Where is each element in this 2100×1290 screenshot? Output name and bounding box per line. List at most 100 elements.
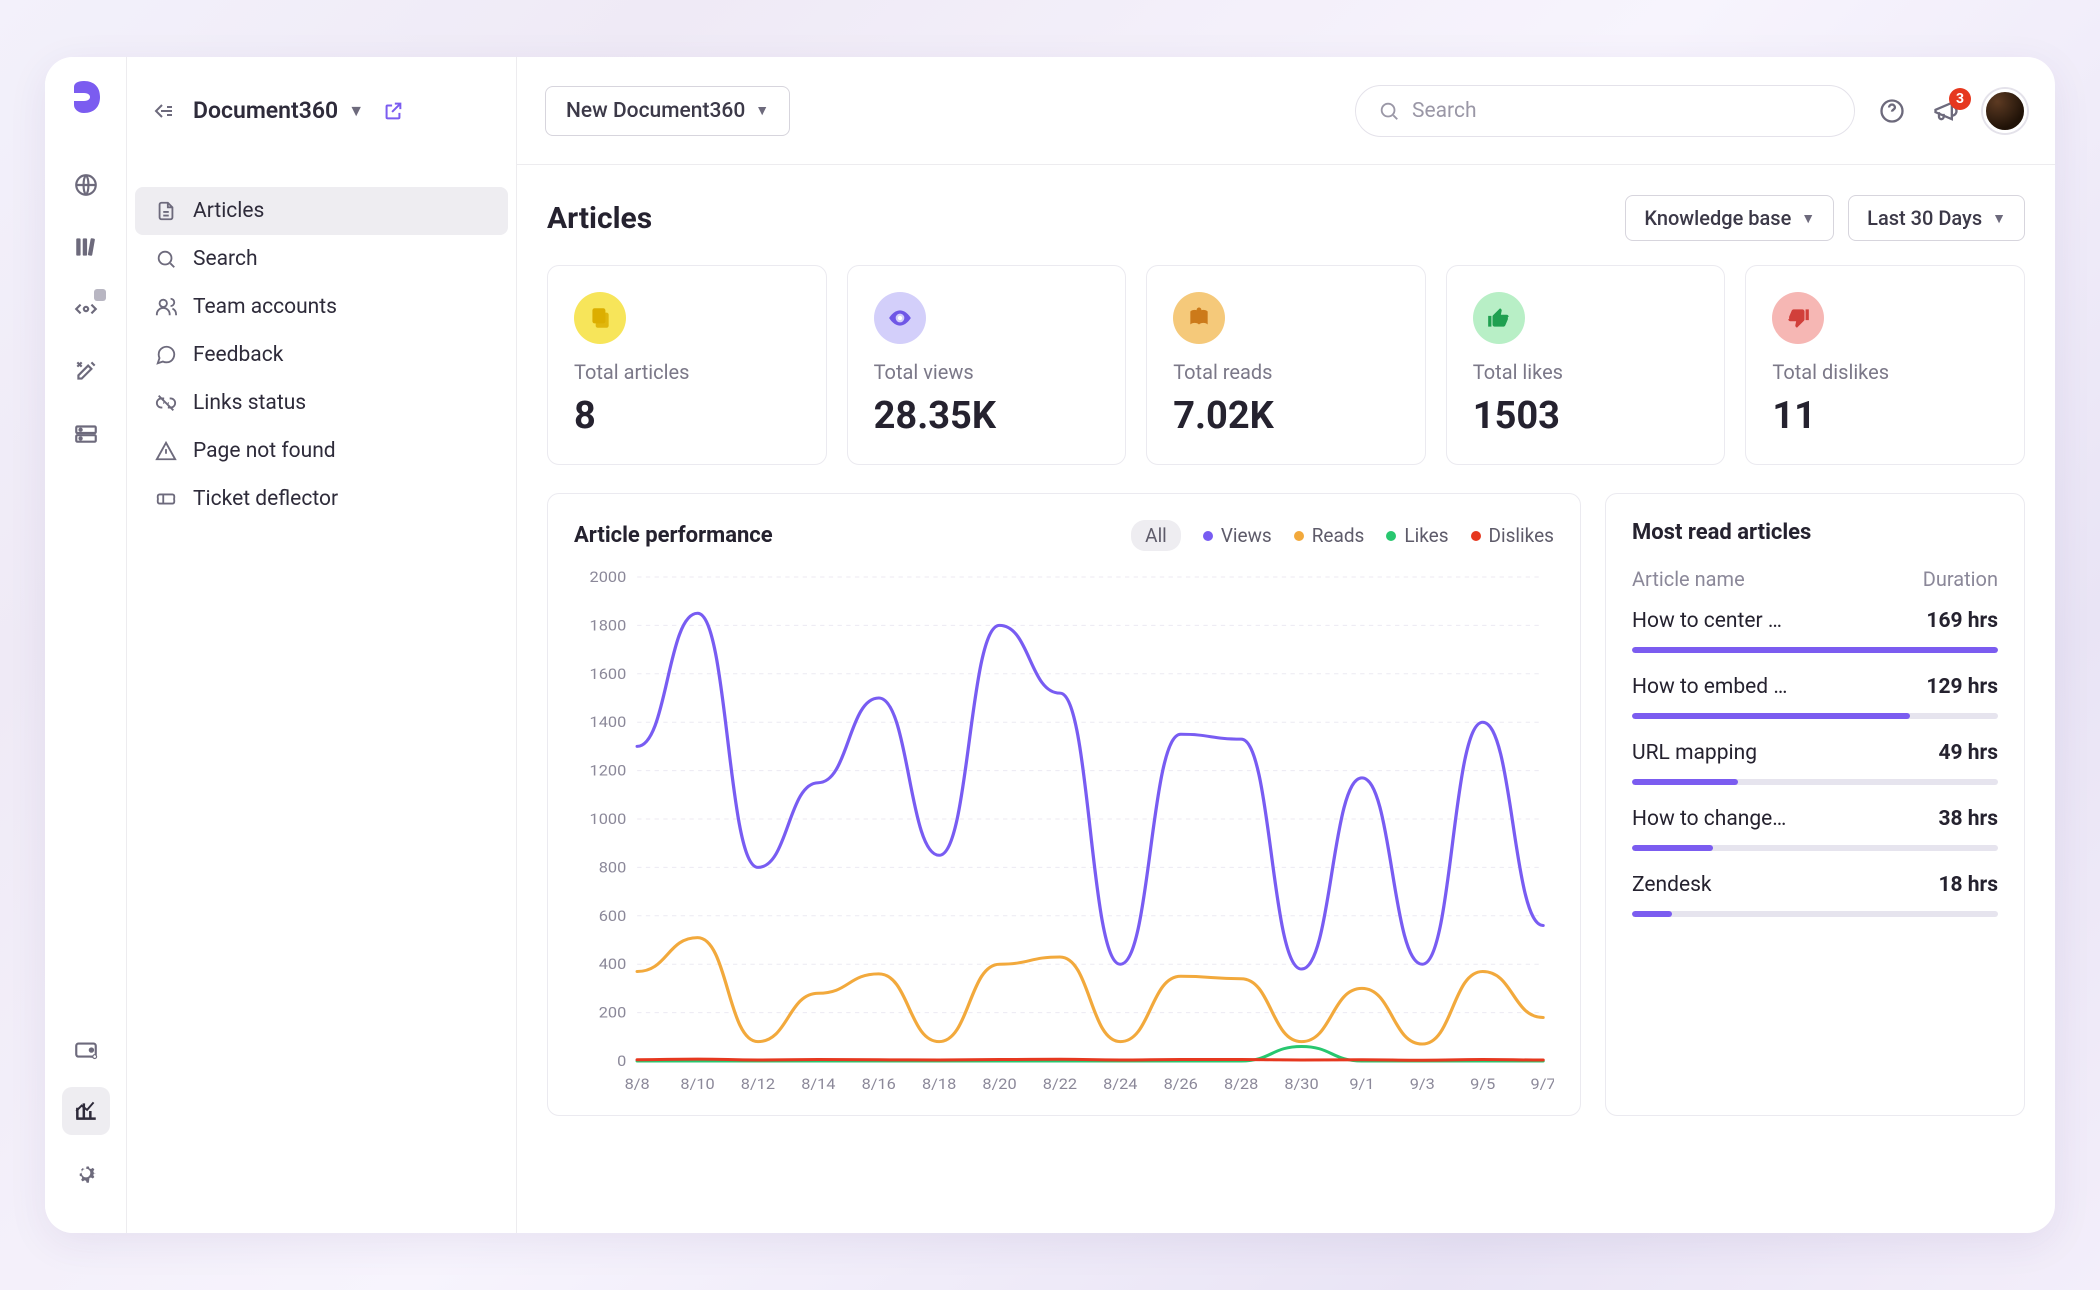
search-icon	[155, 248, 177, 270]
svg-text:1600: 1600	[590, 664, 627, 682]
caret-down-icon: ▼	[755, 102, 769, 119]
icon-rail	[45, 57, 127, 1233]
progress-bar-fill	[1632, 911, 1672, 917]
ticket-icon	[155, 488, 177, 510]
svg-text:8/8: 8/8	[625, 1075, 650, 1093]
stat-card-total-likes: Total likes1503	[1446, 265, 1726, 465]
stat-label: Total views	[874, 360, 1100, 384]
svg-text:8/14: 8/14	[801, 1075, 835, 1093]
page-title: Articles	[547, 201, 652, 236]
rail-icon-wallet[interactable]	[62, 1025, 110, 1073]
svg-text:8/22: 8/22	[1043, 1075, 1077, 1093]
announcements-icon[interactable]: 3	[1929, 94, 1963, 128]
svg-text:1000: 1000	[590, 810, 627, 828]
svg-text:8/24: 8/24	[1103, 1075, 1137, 1093]
dot-icon	[1386, 531, 1396, 541]
search-box[interactable]	[1355, 85, 1855, 137]
file-icon	[155, 200, 177, 222]
article-name: How to embed …	[1632, 675, 1787, 699]
most-read-row[interactable]: How to embed …129 hrs	[1632, 675, 1998, 719]
stat-card-total-articles: Total articles8	[547, 265, 827, 465]
svg-text:2000: 2000	[590, 568, 627, 586]
sidebar-item-articles[interactable]: Articles	[135, 187, 508, 235]
most-read-row[interactable]: URL mapping49 hrs	[1632, 741, 1998, 785]
stat-card-total-reads: Total reads 7.02K	[1146, 265, 1426, 465]
users-icon	[155, 296, 177, 318]
progress-bar-bg	[1632, 713, 1998, 719]
page-content: Articles Knowledge base ▼ Last 30 Days ▼…	[517, 165, 2055, 1233]
file-stack-icon	[574, 292, 626, 344]
progress-bar-fill	[1632, 779, 1738, 785]
notification-badge: 3	[1949, 88, 1971, 110]
sidebar-item-search[interactable]: Search	[135, 235, 508, 283]
svg-text:9/7: 9/7	[1531, 1075, 1554, 1093]
most-read-row[interactable]: How to center …169 hrs	[1632, 609, 1998, 653]
filter-scope-button[interactable]: Knowledge base ▼	[1625, 195, 1834, 241]
svg-text:8/20: 8/20	[982, 1075, 1016, 1093]
legend-item-likes[interactable]: Likes	[1386, 524, 1448, 547]
new-document-label: New Document360	[566, 99, 745, 123]
legend-item-dislikes[interactable]: Dislikes	[1471, 524, 1554, 547]
svg-text:0: 0	[617, 1052, 626, 1070]
stats-row: Total articles8 Total views 28.35K Total re…	[547, 265, 2025, 465]
rail-icon-tools[interactable]	[62, 347, 110, 395]
sidebar-item-page-not-found[interactable]: Page not found	[135, 427, 508, 475]
dot-icon	[1294, 531, 1304, 541]
rail-icon-api[interactable]	[62, 285, 110, 333]
collapse-sidebar-icon[interactable]	[151, 99, 175, 123]
help-icon[interactable]	[1875, 94, 1909, 128]
stat-value: 28.35K	[874, 394, 1100, 438]
most-read-row[interactable]: How to change…38 hrs	[1632, 807, 1998, 851]
sidebar-item-links-status[interactable]: Links status	[135, 379, 508, 427]
search-icon	[1378, 100, 1400, 122]
workspace-selector[interactable]: Document360 ▼	[193, 97, 364, 124]
legend-item-all[interactable]: All	[1131, 520, 1181, 551]
stat-label: Total reads	[1173, 360, 1399, 384]
most-read-row[interactable]: Zendesk18 hrs	[1632, 873, 1998, 917]
sidebar-item-label: Articles	[193, 199, 264, 223]
rail-icon-settings[interactable]	[62, 1149, 110, 1197]
rail-icon-analytics[interactable]	[62, 1087, 110, 1135]
most-read-columns: Article name Duration	[1632, 567, 1998, 591]
rail-icon-drive[interactable]	[62, 409, 110, 457]
chart-title: Article performance	[574, 523, 773, 548]
secondary-nav: Document360 ▼ Articles Search Team account…	[127, 57, 517, 1233]
article-duration: 18 hrs	[1938, 873, 1998, 897]
svg-text:600: 600	[599, 906, 627, 924]
legend-item-views[interactable]: Views	[1203, 524, 1272, 547]
col-name: Article name	[1632, 567, 1745, 591]
sidebar-item-ticket-deflector[interactable]: Ticket deflector	[135, 475, 508, 523]
most-read-list: How to center …169 hrs How to embed …129 …	[1632, 609, 1998, 917]
stat-value: 7.02K	[1173, 394, 1399, 438]
rail-icon-library[interactable]	[62, 223, 110, 271]
svg-text:1400: 1400	[590, 713, 627, 731]
avatar[interactable]	[1983, 89, 2027, 133]
sidebar-item-team-accounts[interactable]: Team accounts	[135, 283, 508, 331]
svg-text:200: 200	[599, 1003, 627, 1021]
link-off-icon	[155, 392, 177, 414]
svg-text:9/1: 9/1	[1349, 1075, 1374, 1093]
thumb-up-icon	[1473, 292, 1525, 344]
svg-text:8/18: 8/18	[922, 1075, 956, 1093]
svg-text:1800: 1800	[590, 616, 627, 634]
dot-icon	[1203, 531, 1213, 541]
new-document-button[interactable]: New Document360 ▼	[545, 86, 790, 136]
sidebar-item-label: Feedback	[193, 343, 283, 367]
search-input[interactable]	[1412, 99, 1832, 123]
sidebar-item-feedback[interactable]: Feedback	[135, 331, 508, 379]
dot-icon	[1471, 531, 1481, 541]
sidebar-item-label: Ticket deflector	[193, 487, 338, 511]
stat-value: 1503	[1473, 394, 1699, 438]
stat-label: Total dislikes	[1772, 360, 1998, 384]
rail-icon-globe[interactable]	[62, 161, 110, 209]
article-duration: 38 hrs	[1938, 807, 1998, 831]
sidebar-item-label: Team accounts	[193, 295, 337, 319]
svg-text:8/26: 8/26	[1164, 1075, 1198, 1093]
legend-item-reads[interactable]: Reads	[1294, 524, 1365, 547]
filter-range-label: Last 30 Days	[1867, 206, 1982, 230]
filter-range-button[interactable]: Last 30 Days ▼	[1848, 195, 2025, 241]
col-duration: Duration	[1923, 567, 1998, 591]
open-external-icon[interactable]	[382, 100, 404, 122]
progress-bar-bg	[1632, 647, 1998, 653]
article-duration: 169 hrs	[1926, 609, 1998, 633]
